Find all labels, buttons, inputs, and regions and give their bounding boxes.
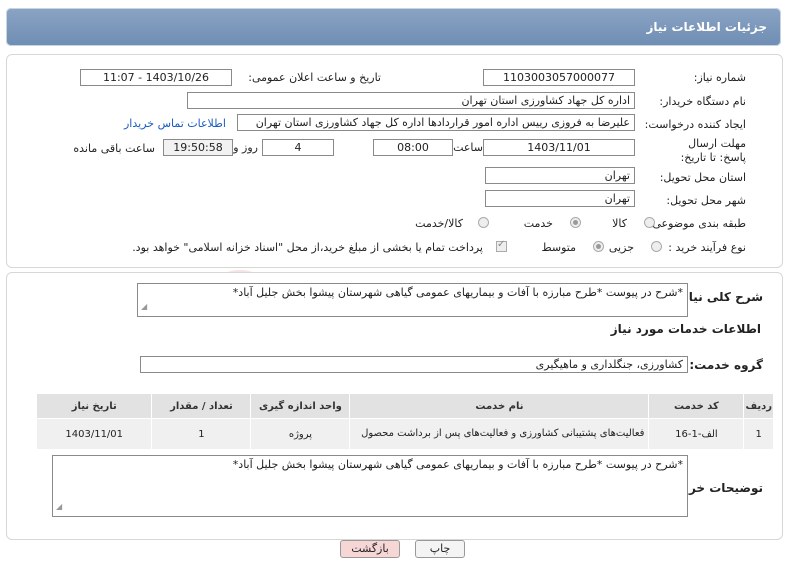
process-option-minor: جزیی [608, 241, 634, 254]
process-label: نوع فرآیند خرید : [668, 241, 746, 254]
cell-row: 1 [743, 418, 774, 450]
city-field[interactable]: تهران [485, 190, 635, 207]
category-radio-goods-service[interactable] [478, 217, 489, 228]
col-name: نام خدمت [349, 393, 650, 419]
col-unit: واحد اندازه گیری [250, 393, 351, 419]
services-table: ردیف کد خدمت نام خدمت واحد اندازه گیری ت… [35, 393, 774, 450]
need-number-field[interactable]: 1103003057000077 [483, 69, 635, 86]
creator-field[interactable]: علیرضا به فروزی رییس اداره امور قرارداده… [237, 114, 635, 131]
creator-label: ایجاد کننده درخواست: [644, 118, 746, 131]
resize-grip-icon[interactable]: ◢ [141, 300, 147, 314]
resize-grip-icon[interactable]: ◢ [56, 500, 62, 514]
days-label: روز و [233, 141, 258, 154]
buyer-org-label: نام دستگاه خریدار: [659, 95, 746, 108]
treasury-checkbox[interactable] [496, 239, 507, 252]
table-row: 1 الف-1-16 فعالیت‌های پشتیبانی کشاورزی و… [35, 418, 774, 450]
buyer-org-field[interactable]: اداره کل جهاد کشاورزی استان تهران [187, 92, 635, 109]
page-title: جزئیات اطلاعات نیاز [646, 20, 767, 34]
remaining-time-field: 19:50:58 [163, 139, 233, 156]
services-section-title: اطلاعات خدمات مورد نیاز [610, 322, 761, 336]
need-number-label: شماره نیاز: [693, 71, 746, 84]
process-option-medium: متوسط [541, 241, 576, 254]
back-button[interactable]: بازگشت [340, 540, 400, 558]
time-label: ساعت [453, 141, 483, 154]
col-row: ردیف [743, 393, 774, 419]
col-qty: تعداد / مقدار [151, 393, 252, 419]
process-radio-minor[interactable] [651, 241, 662, 252]
category-option-service: خدمت [523, 217, 553, 230]
cell-name: فعالیت‌های پشتیبانی کشاورزی و فعالیت‌های… [349, 418, 650, 450]
cell-qty: 1 [151, 418, 252, 450]
page-header: جزئیات اطلاعات نیاز [6, 8, 781, 46]
col-code: کد خدمت [648, 393, 745, 419]
buyer-notes-textarea[interactable]: *شرح در پیوست *طرح مبارزه با آفات و بیما… [52, 455, 688, 517]
cell-unit: پروژه [250, 418, 351, 450]
cell-date: 1403/11/01 [35, 418, 153, 450]
buyer-notes-text: *شرح در پیوست *طرح مبارزه با آفات و بیما… [232, 458, 683, 471]
deadline-date-field[interactable]: 1403/11/01 [483, 139, 635, 156]
deadline-label: مهلت ارسال پاسخ: تا تاریخ: [676, 137, 746, 165]
payment-note: پرداخت تمام یا بخشی از مبلغ خرید،از محل … [132, 241, 483, 254]
category-option-goods-service: کالا/خدمت [415, 217, 463, 230]
category-radio-service[interactable] [570, 217, 581, 228]
category-label: طبقه بندی موضوعی: [648, 217, 746, 230]
table-header-row: ردیف کد خدمت نام خدمت واحد اندازه گیری ت… [35, 393, 774, 419]
deadline-label-text: مهلت ارسال پاسخ: تا تاریخ: [680, 137, 746, 164]
remaining-label: ساعت باقی مانده [73, 142, 155, 155]
announce-label: تاریخ و ساعت اعلان عمومی: [248, 71, 381, 84]
service-group-label: گروه خدمت: [689, 358, 763, 372]
category-option-goods: کالا [612, 217, 627, 230]
deadline-time-field[interactable]: 08:00 [373, 139, 453, 156]
province-label: استان محل تحویل: [659, 171, 746, 184]
province-field[interactable]: تهران [485, 167, 635, 184]
summary-text: *شرح در پیوست *طرح مبارزه با آفات و بیما… [232, 286, 683, 299]
service-group-field[interactable]: کشاورزی، جنگلداری و ماهیگیری [140, 356, 688, 373]
summary-textarea[interactable]: *شرح در پیوست *طرح مبارزه با آفات و بیما… [137, 283, 688, 317]
days-field[interactable]: 4 [262, 139, 334, 156]
need-details-panel [6, 54, 783, 268]
col-date: تاریخ نیاز [35, 393, 153, 419]
print-button[interactable]: چاپ [415, 540, 465, 558]
category-radio-goods[interactable] [644, 217, 655, 228]
contact-buyer-link[interactable]: اطلاعات تماس خریدار [124, 117, 226, 130]
announce-field[interactable]: 1403/10/26 - 11:07 [80, 69, 232, 86]
summary-label: شرح کلی نیاز: [677, 290, 763, 304]
city-label: شهر محل تحویل: [666, 194, 746, 207]
process-radio-medium[interactable] [593, 241, 604, 252]
cell-code: الف-1-16 [648, 418, 745, 450]
